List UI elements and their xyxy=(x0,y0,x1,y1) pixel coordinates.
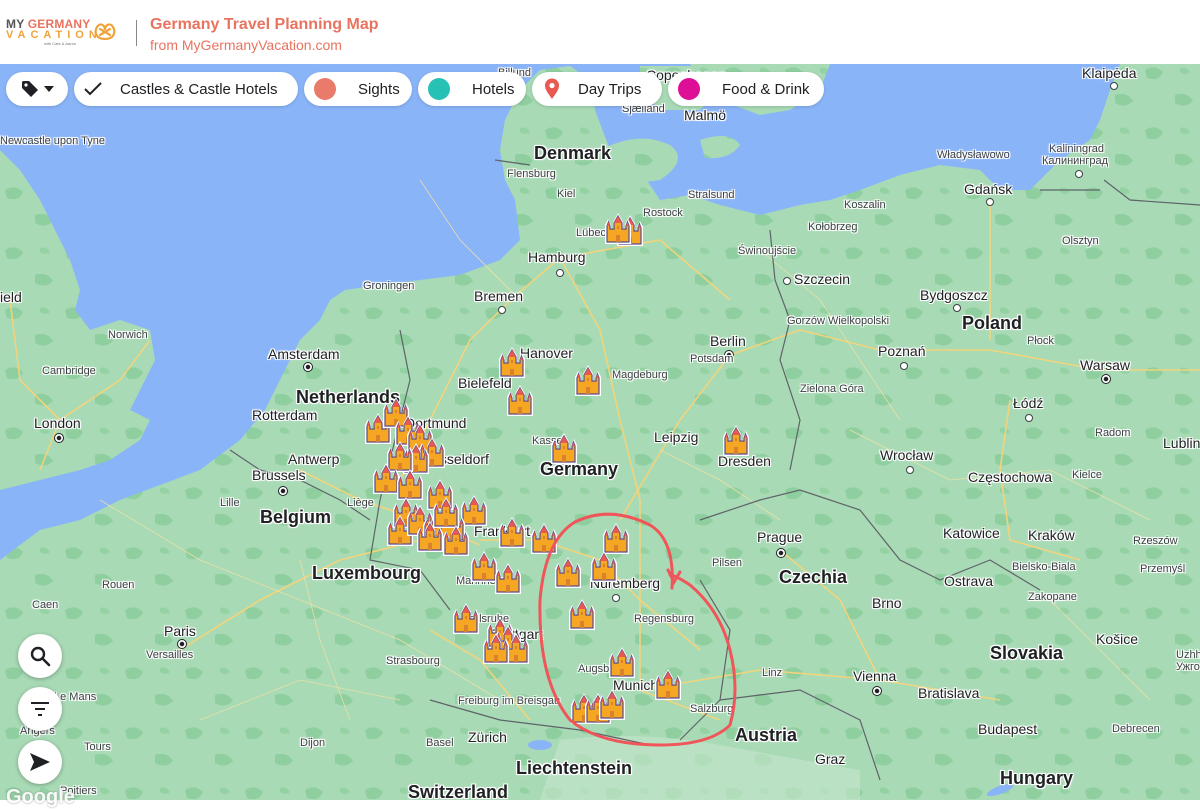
chip-food-drink[interactable]: Food & Drink xyxy=(668,72,824,106)
sights-dot-icon xyxy=(314,78,336,100)
chip-day-trips[interactable]: Day Trips xyxy=(532,72,662,106)
site-logo[interactable]: MY GERMANY VACATION with Cate & Aaron xyxy=(6,16,118,48)
google-attribution[interactable]: Google xyxy=(6,786,75,809)
tag-menu-button[interactable] xyxy=(6,72,68,106)
chip-sights[interactable]: Sights xyxy=(304,72,412,106)
tag-icon xyxy=(22,81,38,97)
chip-label: Sights xyxy=(358,80,400,98)
chip-label: Castles & Castle Hotels xyxy=(120,80,278,98)
filter-icon xyxy=(31,702,49,716)
chevron-down-icon xyxy=(44,86,54,92)
chip-label: Day Trips xyxy=(578,80,642,98)
directions-button[interactable] xyxy=(18,740,62,784)
chip-label: Food & Drink xyxy=(722,80,810,98)
page-title: Germany Travel Planning Map xyxy=(150,16,379,33)
map-pin-icon xyxy=(545,78,559,99)
header: MY GERMANY VACATION with Cate & Aaron Ge… xyxy=(0,0,1200,64)
chip-hotels[interactable]: Hotels xyxy=(418,72,526,106)
hotels-dot-icon xyxy=(428,78,450,100)
map-canvas[interactable]: Denmark Netherlands Belgium Luxembourg G… xyxy=(0,64,1200,800)
search-icon xyxy=(30,646,51,667)
hand-drawn-annotation xyxy=(538,512,737,747)
filter-bar: Castles & Castle Hotels Sights Hotels Da… xyxy=(0,72,1200,110)
logo-tagline: with Cate & Aaron xyxy=(44,41,77,46)
search-button[interactable] xyxy=(18,634,62,678)
page-subtitle[interactable]: from MyGermanyVacation.com xyxy=(150,37,342,53)
logo-text-vacation: VACATION xyxy=(6,29,102,41)
navigate-icon xyxy=(30,753,50,771)
checkmark-icon xyxy=(84,82,102,96)
filter-button[interactable] xyxy=(18,687,62,731)
chip-castles[interactable]: Castles & Castle Hotels xyxy=(74,72,298,106)
header-divider xyxy=(136,20,137,46)
food-dot-icon xyxy=(678,78,700,100)
pretzel-icon xyxy=(94,23,116,41)
chip-label: Hotels xyxy=(472,80,515,98)
